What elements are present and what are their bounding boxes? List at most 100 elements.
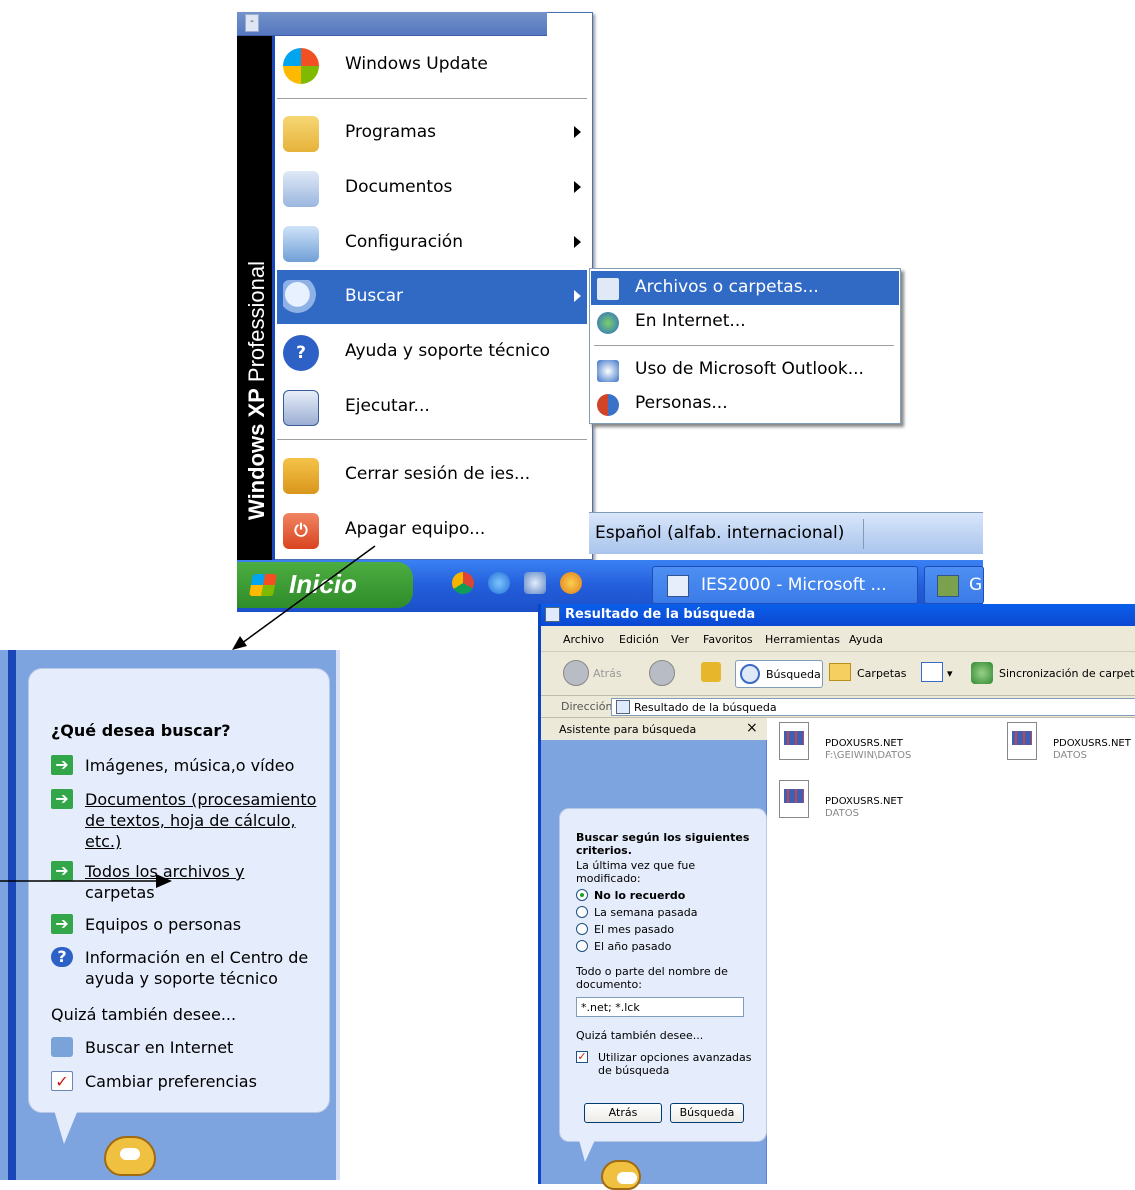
help-icon: ? [283, 335, 319, 371]
media-player-icon[interactable] [560, 572, 582, 594]
submenu-item-label: Archivos o carpetas... [635, 277, 819, 297]
outlook-express-icon[interactable] [524, 572, 546, 594]
sync-icon [971, 662, 993, 684]
back-label: Atrás [593, 667, 622, 680]
file-search-icon [597, 278, 619, 300]
title-bar[interactable]: Resultado de la búsqueda [541, 604, 1135, 626]
pointer-arrow [0, 874, 172, 888]
document-name-input[interactable]: *.net; *.lck [576, 997, 744, 1017]
address-bar: Dirección Resultado de la búsqueda [541, 696, 1135, 718]
assistant-title: Asistente para búsqueda [559, 723, 697, 736]
pointer-arrow [232, 545, 376, 650]
option-label: etc.) [85, 832, 122, 851]
search-dog-icon[interactable] [601, 1160, 641, 1190]
option-label: Imágenes, música,o vídeo [85, 756, 295, 775]
menu-ver[interactable]: Ver [671, 633, 689, 646]
up-folder-button[interactable] [701, 660, 723, 688]
submenu-arrow-icon [574, 181, 581, 193]
close-icon[interactable]: × [746, 720, 758, 736]
app-icon [937, 575, 959, 597]
menu-item-label: Configuración [345, 232, 463, 252]
menu-archivo[interactable]: Archivo [563, 633, 604, 646]
folders-label: Carpetas [857, 667, 907, 680]
minimize-icon[interactable]: - [245, 14, 259, 32]
divider [863, 519, 864, 549]
views-icon [921, 662, 943, 682]
search-button[interactable]: Búsqueda [670, 1103, 744, 1123]
menu-herramientas[interactable]: Herramientas [765, 633, 840, 646]
submenu-item-label: Personas... [635, 393, 728, 413]
separator [277, 98, 587, 99]
views-button[interactable]: ▾ [921, 660, 957, 688]
forward-arrow-icon [649, 660, 675, 686]
option-label: Buscar en Internet [85, 1038, 234, 1057]
file-name: PDOXUSRS.NET [1053, 738, 1131, 749]
file-icon [1007, 722, 1037, 760]
help-icon: ? [51, 947, 73, 967]
forward-button[interactable] [649, 660, 685, 688]
folders-button[interactable]: Carpetas [829, 660, 909, 688]
search-icon [283, 280, 319, 316]
also-title: Quizá también desee... [576, 1029, 704, 1042]
submenu-item-label: Uso de Microsoft Outlook... [635, 359, 864, 379]
submenu-item-personas[interactable]: Personas... [591, 387, 899, 421]
menu-item-ejecutar[interactable]: Ejecutar... [277, 380, 587, 434]
advanced-options-checkbox[interactable]: ✓ [576, 1051, 588, 1063]
menu-item-label: Ejecutar... [345, 396, 430, 416]
menu-item-ayuda[interactable]: ? Ayuda y soporte técnico [277, 325, 587, 379]
menu-ayuda[interactable]: Ayuda [849, 633, 883, 646]
separator [277, 439, 587, 440]
documents-icon [283, 171, 319, 207]
menu-item-label: Ayuda y soporte técnico [345, 341, 551, 361]
language-bar[interactable]: Español (alfab. internacional) [589, 512, 983, 554]
arrow-right-icon: ➔ [51, 789, 73, 809]
task-label: G [969, 575, 983, 595]
search-results-window: Resultado de la búsqueda Archivo Edición… [538, 604, 1135, 1190]
settings-icon [283, 226, 319, 262]
search-results-icon [616, 700, 630, 714]
internet-search-icon [51, 1037, 73, 1057]
menu-edicion[interactable]: Edición [619, 633, 659, 646]
back-button[interactable]: Atrás [563, 660, 635, 688]
menu-item-cerrar-sesion[interactable]: Cerrar sesión de ies... [277, 448, 587, 502]
menu-item-programas[interactable]: Programas [277, 106, 587, 160]
option-label: Equipos o personas [85, 915, 242, 934]
taskbar-button-ies2000[interactable]: IES2000 - Microsoft ... [652, 566, 918, 604]
option-label: ayuda y soporte técnico [85, 969, 278, 988]
search-button[interactable]: Búsqueda [735, 660, 823, 688]
menu-item-label: Windows Update [345, 54, 488, 74]
file-path: DATOS [1053, 750, 1087, 761]
submenu-item-internet[interactable]: En Internet... [591, 305, 899, 339]
submenu-item-outlook[interactable]: Uso de Microsoft Outlook... [591, 353, 899, 387]
window-title: Resultado de la búsqueda [565, 607, 756, 622]
file-icon [779, 722, 809, 760]
address-field[interactable]: Resultado de la búsqueda [611, 698, 1135, 716]
banner-text: Windows XP Professional [244, 260, 269, 520]
menu-favoritos[interactable]: Favoritos [703, 633, 753, 646]
radio-label: La semana pasada [594, 906, 698, 919]
submenu-item-archivos[interactable]: Archivos o carpetas... [591, 271, 899, 305]
menu-item-configuracion[interactable]: Configuración [277, 216, 587, 270]
folder-icon [829, 663, 851, 681]
pane-border [336, 650, 340, 1180]
sync-folders-button[interactable]: Sincronización de carpetas [971, 660, 1135, 688]
option-label: Cambiar preferencias [85, 1072, 257, 1091]
windows-update-icon [283, 48, 319, 84]
word-document-icon [667, 575, 689, 597]
ie-icon[interactable] [488, 572, 510, 594]
option-label: Información en el Centro de [85, 948, 309, 967]
menu-item-buscar[interactable]: Buscar [277, 270, 587, 324]
menu-item-windows-update[interactable]: Windows Update [277, 36, 587, 96]
menu-item-label: Documentos [345, 177, 453, 197]
radio-icon [576, 923, 588, 935]
arrow-right-icon: ➔ [51, 755, 73, 775]
radio-icon [576, 889, 588, 901]
menu-item-label: Cerrar sesión de ies... [345, 464, 531, 484]
menu-item-documentos[interactable]: Documentos [277, 161, 587, 215]
chrome-icon[interactable] [452, 572, 474, 594]
search-dog-icon[interactable] [104, 1136, 156, 1176]
taskbar-button-2[interactable]: G [924, 566, 984, 604]
start-menu-banner: Windows XP Professional [237, 36, 275, 560]
logoff-icon [283, 458, 319, 494]
back-button[interactable]: Atrás [584, 1103, 662, 1123]
